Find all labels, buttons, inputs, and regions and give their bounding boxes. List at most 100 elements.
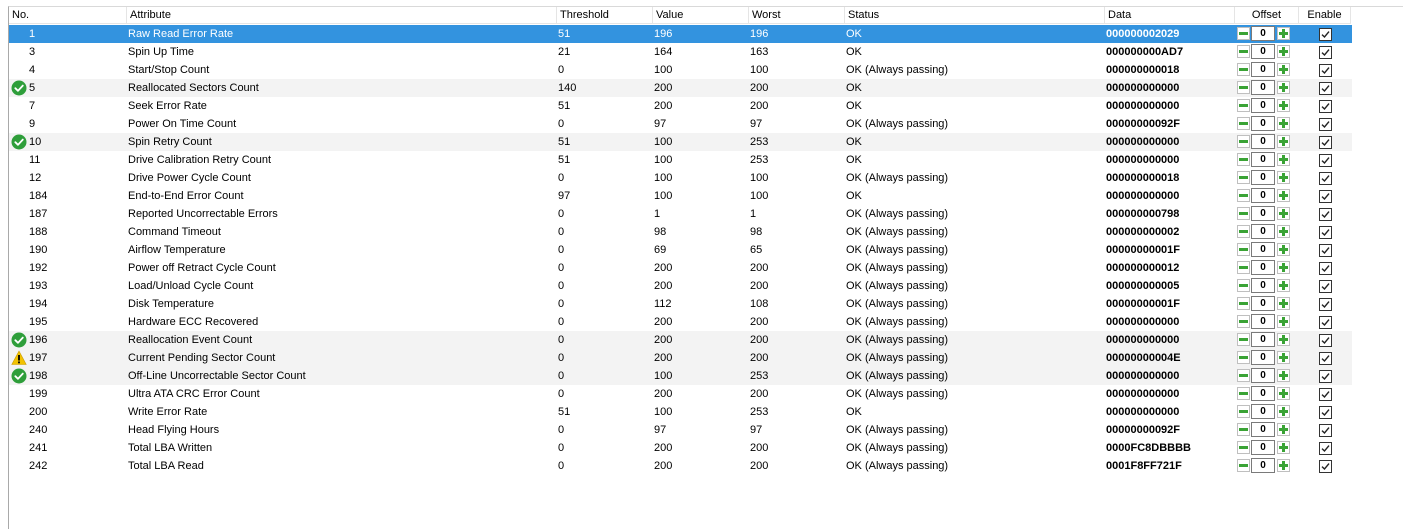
offset-plus-button[interactable] bbox=[1277, 387, 1290, 400]
offset-value[interactable]: 0 bbox=[1251, 440, 1275, 455]
offset-value[interactable]: 0 bbox=[1251, 314, 1275, 329]
offset-plus-button[interactable] bbox=[1277, 369, 1290, 382]
column-header-data[interactable]: Data bbox=[1105, 7, 1235, 24]
offset-plus-button[interactable] bbox=[1277, 153, 1290, 166]
enable-checkbox[interactable] bbox=[1319, 406, 1332, 419]
column-header-worst[interactable]: Worst bbox=[749, 7, 845, 24]
offset-minus-button[interactable] bbox=[1237, 243, 1250, 256]
offset-value[interactable]: 0 bbox=[1251, 26, 1275, 41]
enable-checkbox[interactable] bbox=[1319, 388, 1332, 401]
offset-plus-button[interactable] bbox=[1277, 27, 1290, 40]
offset-minus-button[interactable] bbox=[1237, 333, 1250, 346]
offset-minus-button[interactable] bbox=[1237, 117, 1250, 130]
offset-minus-button[interactable] bbox=[1237, 405, 1250, 418]
offset-minus-button[interactable] bbox=[1237, 459, 1250, 472]
column-header-enable[interactable]: Enable bbox=[1299, 7, 1351, 24]
table-row[interactable]: 195 Hardware ECC Recovered 0 200 200 OK (Alwa… bbox=[9, 313, 1352, 331]
enable-checkbox[interactable] bbox=[1319, 460, 1332, 473]
table-row[interactable]: 193 Load/Unload Cycle Count 0 200 200 OK (Alw… bbox=[9, 277, 1352, 295]
offset-value[interactable]: 0 bbox=[1251, 458, 1275, 473]
table-row[interactable]: 240 Head Flying Hours 0 97 97 OK (Always pass… bbox=[9, 421, 1352, 439]
table-row[interactable]: 187 Reported Uncorrectable Errors 0 1 1 OK (A… bbox=[9, 205, 1352, 223]
table-row[interactable]: 199 Ultra ATA CRC Error Count 0 200 200 OK (A… bbox=[9, 385, 1352, 403]
enable-checkbox[interactable] bbox=[1319, 118, 1332, 131]
table-row[interactable]: 241 Total LBA Written 0 200 200 OK (Always pa… bbox=[9, 439, 1352, 457]
offset-value[interactable]: 0 bbox=[1251, 332, 1275, 347]
offset-minus-button[interactable] bbox=[1237, 63, 1250, 76]
offset-value[interactable]: 0 bbox=[1251, 386, 1275, 401]
enable-checkbox[interactable] bbox=[1319, 334, 1332, 347]
offset-value[interactable]: 0 bbox=[1251, 62, 1275, 77]
enable-checkbox[interactable] bbox=[1319, 190, 1332, 203]
offset-value[interactable]: 0 bbox=[1251, 224, 1275, 239]
enable-checkbox[interactable] bbox=[1319, 316, 1332, 329]
offset-minus-button[interactable] bbox=[1237, 315, 1250, 328]
table-row[interactable]: 198 Off-Line Uncorrectable Sector Count 0 1… bbox=[9, 367, 1352, 385]
table-row[interactable]: 196 Reallocation Event Count 0 200 200 OK (Al… bbox=[9, 331, 1352, 349]
enable-checkbox[interactable] bbox=[1319, 82, 1332, 95]
offset-plus-button[interactable] bbox=[1277, 405, 1290, 418]
offset-minus-button[interactable] bbox=[1237, 45, 1250, 58]
offset-minus-button[interactable] bbox=[1237, 261, 1250, 274]
offset-minus-button[interactable] bbox=[1237, 135, 1250, 148]
offset-minus-button[interactable] bbox=[1237, 27, 1250, 40]
table-row[interactable]: 200 Write Error Rate 51 100 253 OK 00000000000… bbox=[9, 403, 1352, 421]
offset-minus-button[interactable] bbox=[1237, 441, 1250, 454]
offset-plus-button[interactable] bbox=[1277, 459, 1290, 472]
table-row[interactable]: 190 Airflow Temperature 0 69 65 OK (Always pa… bbox=[9, 241, 1352, 259]
offset-minus-button[interactable] bbox=[1237, 189, 1250, 202]
offset-value[interactable]: 0 bbox=[1251, 242, 1275, 257]
table-row[interactable]: 12 Drive Power Cycle Count 0 100 100 OK (Alwa… bbox=[9, 169, 1352, 187]
enable-checkbox[interactable] bbox=[1319, 280, 1332, 293]
table-row[interactable]: 9 Power On Time Count 0 97 97 OK (Always pass… bbox=[9, 115, 1352, 133]
offset-value[interactable]: 0 bbox=[1251, 422, 1275, 437]
offset-plus-button[interactable] bbox=[1277, 279, 1290, 292]
enable-checkbox[interactable] bbox=[1319, 100, 1332, 113]
offset-minus-button[interactable] bbox=[1237, 207, 1250, 220]
offset-value[interactable]: 0 bbox=[1251, 152, 1275, 167]
offset-value[interactable]: 0 bbox=[1251, 260, 1275, 275]
offset-minus-button[interactable] bbox=[1237, 225, 1250, 238]
offset-plus-button[interactable] bbox=[1277, 117, 1290, 130]
offset-minus-button[interactable] bbox=[1237, 369, 1250, 382]
offset-plus-button[interactable] bbox=[1277, 207, 1290, 220]
enable-checkbox[interactable] bbox=[1319, 352, 1332, 365]
enable-checkbox[interactable] bbox=[1319, 424, 1332, 437]
enable-checkbox[interactable] bbox=[1319, 442, 1332, 455]
offset-plus-button[interactable] bbox=[1277, 243, 1290, 256]
offset-value[interactable]: 0 bbox=[1251, 44, 1275, 59]
offset-value[interactable]: 0 bbox=[1251, 404, 1275, 419]
column-header-threshold[interactable]: Threshold bbox=[557, 7, 653, 24]
table-row[interactable]: 5 Reallocated Sectors Count 140 200 200 OK 000… bbox=[9, 79, 1352, 97]
enable-checkbox[interactable] bbox=[1319, 136, 1332, 149]
column-header-no[interactable]: No. bbox=[9, 7, 127, 24]
table-row[interactable]: 184 End-to-End Error Count 97 100 100 OK 00000… bbox=[9, 187, 1352, 205]
offset-value[interactable]: 0 bbox=[1251, 80, 1275, 95]
offset-value[interactable]: 0 bbox=[1251, 368, 1275, 383]
offset-plus-button[interactable] bbox=[1277, 189, 1290, 202]
offset-value[interactable]: 0 bbox=[1251, 296, 1275, 311]
offset-value[interactable]: 0 bbox=[1251, 188, 1275, 203]
column-header-offset[interactable]: Offset bbox=[1235, 7, 1299, 24]
table-row[interactable]: 4 Start/Stop Count 0 100 100 OK (Always passi… bbox=[9, 61, 1352, 79]
table-row[interactable]: 192 Power off Retract Cycle Count 0 200 200 O… bbox=[9, 259, 1352, 277]
offset-value[interactable]: 0 bbox=[1251, 98, 1275, 113]
enable-checkbox[interactable] bbox=[1319, 154, 1332, 167]
offset-value[interactable]: 0 bbox=[1251, 350, 1275, 365]
offset-minus-button[interactable] bbox=[1237, 423, 1250, 436]
table-row[interactable]: 188 Command Timeout 0 98 98 OK (Always passin… bbox=[9, 223, 1352, 241]
enable-checkbox[interactable] bbox=[1319, 64, 1332, 77]
enable-checkbox[interactable] bbox=[1319, 262, 1332, 275]
column-header-value[interactable]: Value bbox=[653, 7, 749, 24]
enable-checkbox[interactable] bbox=[1319, 28, 1332, 41]
offset-minus-button[interactable] bbox=[1237, 171, 1250, 184]
offset-plus-button[interactable] bbox=[1277, 297, 1290, 310]
offset-plus-button[interactable] bbox=[1277, 171, 1290, 184]
offset-plus-button[interactable] bbox=[1277, 45, 1290, 58]
table-row[interactable]: 11 Drive Calibration Retry Count 51 100 253 O… bbox=[9, 151, 1352, 169]
table-row[interactable]: 242 Total LBA Read 0 200 200 OK (Always passi… bbox=[9, 457, 1352, 475]
offset-minus-button[interactable] bbox=[1237, 99, 1250, 112]
table-row[interactable]: 3 Spin Up Time 21 164 163 OK 000000000AD7 0 bbox=[9, 43, 1352, 61]
offset-minus-button[interactable] bbox=[1237, 81, 1250, 94]
offset-plus-button[interactable] bbox=[1277, 423, 1290, 436]
